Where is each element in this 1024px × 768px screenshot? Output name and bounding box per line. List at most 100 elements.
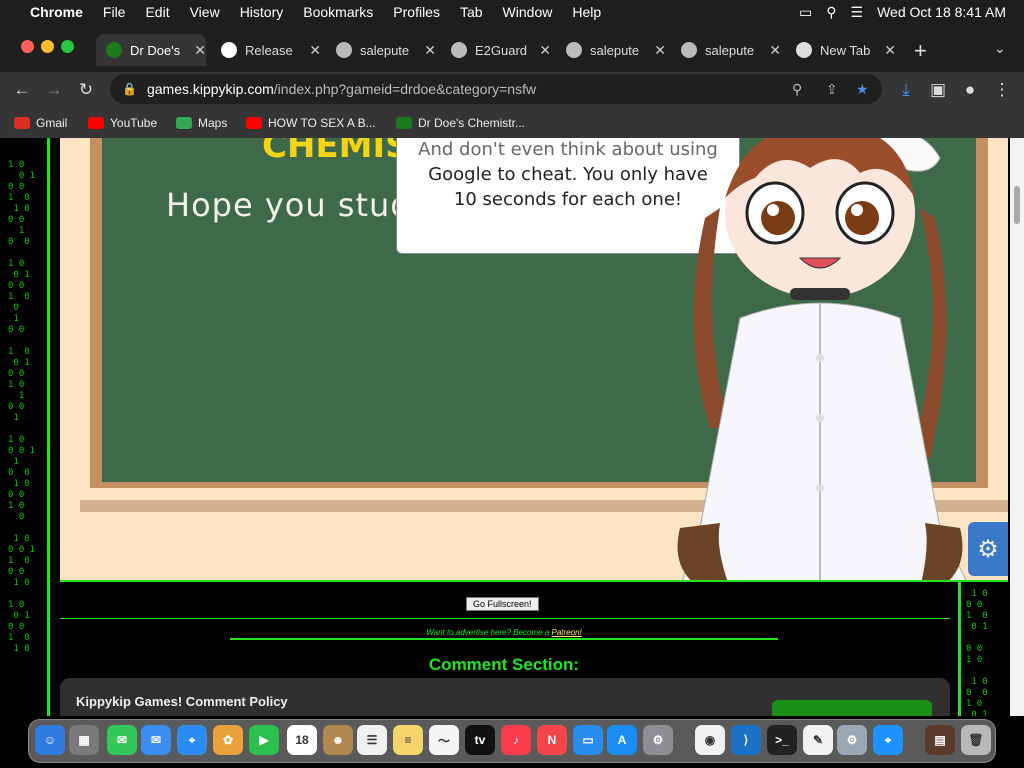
close-tab-icon[interactable]: ✕ xyxy=(654,42,666,59)
bookmarks-bar: Gmail YouTube Maps HOW TO SEX A B... Dr Doe'… xyxy=(0,108,1024,138)
tv-icon[interactable]: tv xyxy=(465,725,495,755)
calendar-icon[interactable]: 18 xyxy=(287,725,317,755)
dock-glyph: ♪ xyxy=(513,733,519,747)
zoom-window-button[interactable] xyxy=(61,40,74,53)
minimize-window-button[interactable] xyxy=(41,40,54,53)
advertise-text: Want to advertise here? Become a Patreon… xyxy=(426,628,582,637)
menu-help[interactable]: Help xyxy=(562,4,611,20)
safari-blue-icon[interactable]: ⌖ xyxy=(873,725,903,755)
mail-icon[interactable]: ✉ xyxy=(141,725,171,755)
tab-1[interactable]: Release ✕ xyxy=(211,34,321,66)
page-scrollbar[interactable] xyxy=(1010,138,1024,716)
music-icon[interactable]: ♪ xyxy=(501,725,531,755)
downloads-icon[interactable]: ⤓ xyxy=(894,78,918,102)
lock-icon[interactable]: 🔒 xyxy=(122,82,137,96)
globe-icon xyxy=(451,42,467,58)
messages-icon[interactable]: ✉ xyxy=(107,725,137,755)
trash-icon[interactable]: 🗑 xyxy=(961,725,991,755)
menu-clock[interactable]: Wed Oct 18 8:41 AM xyxy=(877,4,1006,20)
game-canvas[interactable]: CHEMIST Hope you studied And don't even … xyxy=(60,138,1008,582)
dock-glyph: ⌖ xyxy=(188,732,196,747)
freeform-icon[interactable]: 〜 xyxy=(429,725,459,755)
globe-icon xyxy=(566,42,582,58)
facetime-icon[interactable]: ▶ xyxy=(249,725,279,755)
close-tab-icon[interactable]: ✕ xyxy=(884,42,896,59)
finder-window-icon[interactable]: ▤ xyxy=(925,725,955,755)
bookmark-star-icon[interactable]: ★ xyxy=(856,81,869,98)
tab-search-chevron-icon[interactable]: ⌄ xyxy=(994,40,1006,57)
bookmark-label: YouTube xyxy=(110,116,158,130)
side-panel-icon[interactable]: ▣ xyxy=(926,78,950,102)
news-icon[interactable]: N xyxy=(537,725,567,755)
spotlight-search-icon[interactable]: ⚲ xyxy=(826,4,836,21)
scrollbar-thumb[interactable] xyxy=(1014,186,1020,224)
forward-button[interactable]: → xyxy=(42,78,66,102)
close-tab-icon[interactable]: ✕ xyxy=(539,42,551,59)
safari-icon[interactable]: ⌖ xyxy=(177,725,207,755)
dock-glyph: A xyxy=(617,733,627,747)
menu-file[interactable]: File xyxy=(93,4,136,20)
chrome-icon xyxy=(796,42,812,58)
tab-6[interactable]: New Tab ✕ xyxy=(786,34,896,66)
system-settings-icon[interactable]: ⚙ xyxy=(643,725,673,755)
photos-icon[interactable]: ✿ xyxy=(213,725,243,755)
menu-tab[interactable]: Tab xyxy=(450,4,493,20)
vscode-icon[interactable]: ⟩ xyxy=(731,725,761,755)
tab-4[interactable]: salepute ✕ xyxy=(556,34,666,66)
tab-2[interactable]: salepute ✕ xyxy=(326,34,436,66)
dock-glyph: ☺ xyxy=(43,733,57,747)
dock-glyph: >_ xyxy=(775,733,789,747)
menu-bookmarks[interactable]: Bookmarks xyxy=(293,4,383,20)
close-tab-icon[interactable]: ✕ xyxy=(769,42,781,59)
close-tab-icon[interactable]: ✕ xyxy=(194,42,206,59)
dr-doe-character[interactable] xyxy=(660,138,980,582)
chrome-menu-icon[interactable]: ⋮ xyxy=(990,78,1014,102)
app-store-icon[interactable]: A xyxy=(607,725,637,755)
app-menu-chrome[interactable]: Chrome xyxy=(20,4,93,20)
launchpad-icon[interactable]: ▦ xyxy=(69,725,99,755)
share-icon[interactable]: ⇪ xyxy=(826,81,838,98)
finder-icon[interactable]: ☺ xyxy=(35,725,65,755)
tab-3[interactable]: E2Guard ✕ xyxy=(441,34,551,66)
menu-window[interactable]: Window xyxy=(493,4,563,20)
back-button[interactable]: ← xyxy=(10,78,34,102)
bookmark-1[interactable]: YouTube xyxy=(88,114,157,132)
reminders-icon[interactable]: ☰ xyxy=(357,725,387,755)
tab-5[interactable]: salepute ✕ xyxy=(671,34,781,66)
utility-icon[interactable]: ⚙ xyxy=(837,725,867,755)
reload-button[interactable]: ↻ xyxy=(74,78,98,102)
chrome-icon[interactable]: ◉ xyxy=(695,725,725,755)
close-window-button[interactable] xyxy=(21,40,34,53)
go-fullscreen-button[interactable]: Go Fullscreen! xyxy=(466,597,539,611)
comment-green-button[interactable] xyxy=(772,700,932,716)
keynote-icon[interactable]: ▭ xyxy=(573,725,603,755)
close-tab-icon[interactable]: ✕ xyxy=(424,42,436,59)
bookmark-3[interactable]: HOW TO SEX A B... xyxy=(246,114,376,132)
address-bar[interactable]: 🔒 games.kippykip.com /index.php?gameid=d… xyxy=(110,74,882,104)
terminal-icon[interactable]: >_ xyxy=(767,725,797,755)
bookmark-0[interactable]: Gmail xyxy=(14,114,67,132)
zoom-icon[interactable]: ⚲ xyxy=(792,81,802,98)
screen-mirroring-icon[interactable]: ▭ xyxy=(799,4,812,21)
bookmark-2[interactable]: Maps xyxy=(176,114,227,132)
github-icon xyxy=(221,42,237,58)
profile-avatar-icon[interactable]: ● xyxy=(958,78,982,102)
menu-history[interactable]: History xyxy=(230,4,294,20)
contacts-icon[interactable]: ☻ xyxy=(323,725,353,755)
dock-glyph: 18 xyxy=(295,733,309,747)
dock-glyph: 〜 xyxy=(437,733,450,748)
patreon-link[interactable]: Patreon! xyxy=(552,628,582,637)
tab-label: New Tab xyxy=(820,42,871,58)
game-settings-gear-icon[interactable]: ⚙ xyxy=(968,522,1008,576)
notes-icon[interactable]: ≡ xyxy=(393,725,423,755)
close-tab-icon[interactable]: ✕ xyxy=(309,42,321,59)
menu-profiles[interactable]: Profiles xyxy=(383,4,450,20)
control-center-icon[interactable]: ☰ xyxy=(851,4,864,21)
dock-glyph: ☰ xyxy=(366,733,378,747)
tab-0[interactable]: Dr Doe's ✕ xyxy=(96,34,206,66)
new-tab-button[interactable]: + xyxy=(914,38,927,64)
textedit-icon[interactable]: ✎ xyxy=(803,725,833,755)
menu-edit[interactable]: Edit xyxy=(135,4,179,20)
bookmark-4[interactable]: Dr Doe's Chemistr... xyxy=(396,114,525,132)
menu-view[interactable]: View xyxy=(180,4,230,20)
